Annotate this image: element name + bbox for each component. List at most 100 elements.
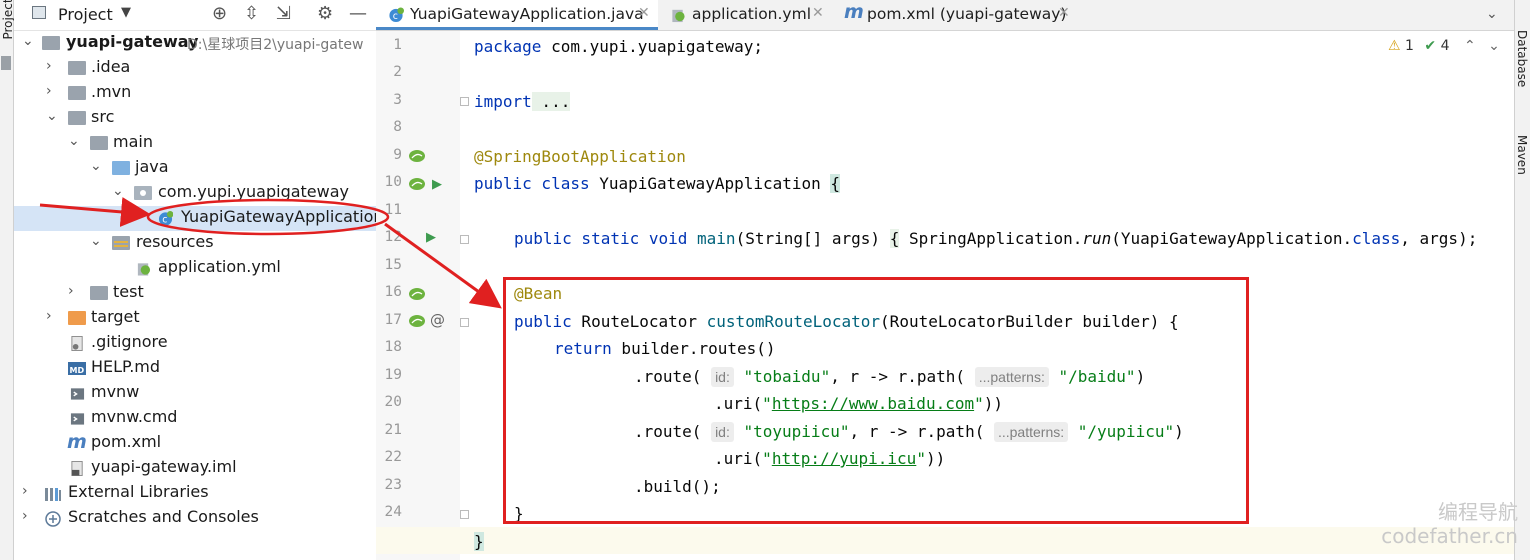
tree-item-mvnw[interactable]: mvnw (14, 381, 376, 406)
chevron-right-icon[interactable]: › (46, 58, 58, 74)
tree-item-resources[interactable]: ⌄ resources (14, 231, 376, 256)
chevron-down-icon[interactable]: ▼ (121, 5, 131, 20)
chevron-up-icon[interactable]: ⌃ (1464, 38, 1476, 54)
svg-text:c: c (162, 215, 167, 226)
tree-item-label: YuapiGatewayApplication (181, 207, 384, 226)
tree-item-src[interactable]: ⌄ src (14, 106, 376, 131)
run-icon[interactable]: ▶ (426, 230, 436, 245)
tree-item-application-yml[interactable]: application.yml (14, 256, 376, 281)
crosshair-icon[interactable]: ⊕ (212, 3, 227, 24)
minimize-icon[interactable]: — (349, 3, 367, 24)
editor-gutter: 1 2 3 8 9 10 11 12 15 16 17 18 19 20 21 … (376, 31, 469, 560)
tree-item-idea[interactable]: › .idea (14, 56, 376, 81)
project-title[interactable]: Project (58, 5, 113, 24)
close-icon[interactable]: ✕ (638, 5, 650, 21)
tab-label: pom.xml (yuapi-gateway) (867, 5, 1067, 23)
folder-icon (68, 86, 86, 100)
close-icon[interactable]: ✕ (1058, 5, 1070, 21)
chevron-down-icon[interactable]: ⌄ (1488, 38, 1500, 54)
spring-class-icon: c (158, 211, 173, 226)
expand-all-icon[interactable]: ⇳ (244, 3, 259, 24)
tree-item-mvn[interactable]: › .mvn (14, 81, 376, 106)
tree-item-label: src (91, 107, 115, 126)
tab-label: application.yml (692, 5, 812, 23)
tree-item-test[interactable]: › test (14, 281, 376, 306)
tab-yuapigatewayapplication-java[interactable]: c YuapiGatewayApplication.java ✕ (376, 0, 658, 30)
chevron-down-icon[interactable]: ⌄ (68, 133, 80, 149)
chevron-down-icon[interactable]: ⌄ (90, 158, 102, 174)
tree-item-scratches[interactable]: › Scratches and Consoles (14, 506, 376, 531)
chevron-right-icon[interactable]: › (46, 308, 58, 324)
tree-item-help-md[interactable]: MD HELP.md (14, 356, 376, 381)
structure-icon[interactable] (1, 56, 11, 70)
scratches-icon (45, 511, 61, 527)
chevron-down-icon[interactable]: ⌄ (22, 33, 34, 49)
tree-item-external-libraries[interactable]: › External Libraries (14, 481, 376, 506)
gear-icon[interactable]: ⚙ (317, 3, 333, 24)
code-token: , args); (1400, 229, 1478, 248)
inspection-widget[interactable]: ⚠ 1 ✔ 4 ⌃ ⌄ (1388, 38, 1500, 54)
tree-item-target[interactable]: › target (14, 306, 376, 331)
line-number: 20 (384, 394, 402, 410)
tree-item-pom-xml[interactable]: m pom.xml (14, 431, 376, 456)
line-number: 17 (384, 312, 402, 328)
yml-icon (672, 9, 685, 23)
code-token: public static void (514, 229, 688, 248)
package-icon (134, 186, 152, 200)
tree-item-iml[interactable]: yuapi-gateway.iml (14, 456, 376, 481)
spring-bean-icon[interactable] (408, 313, 426, 329)
chevron-right-icon[interactable]: › (68, 283, 80, 299)
libraries-icon (45, 488, 61, 501)
svg-text:MD: MD (70, 366, 85, 375)
chevron-down-icon[interactable]: ⌄ (112, 183, 124, 199)
line-number: 10 (384, 174, 402, 190)
run-icon[interactable]: ▶ (432, 177, 442, 192)
at-sign-icon[interactable]: @ (430, 311, 445, 329)
collapse-all-icon[interactable]: ⇲ (276, 3, 291, 24)
code-line-3: import ... (474, 88, 571, 115)
code-token: (String[] args) (735, 229, 890, 248)
tree-item-mvnw-cmd[interactable]: mvnw.cmd (14, 406, 376, 431)
code-token: public class (474, 174, 590, 193)
code-token: main (687, 229, 736, 248)
spring-bean-icon[interactable] (408, 176, 426, 192)
tree-item-package[interactable]: ⌄ com.yupi.yuapigateway (14, 181, 376, 206)
spring-bean-icon[interactable] (408, 148, 426, 164)
line-number: 11 (384, 202, 402, 218)
tab-pom-xml[interactable]: m pom.xml (yuapi-gateway) ✕ (836, 0, 1086, 30)
chevron-right-icon[interactable]: › (22, 508, 34, 524)
code-token: class (1352, 229, 1401, 248)
chevron-down-icon[interactable]: ⌄ (90, 233, 102, 249)
left-tool-strip: Project (0, 0, 15, 560)
code-token: @SpringBootApplication (474, 147, 686, 166)
terminal-file-icon (70, 413, 85, 425)
chevron-right-icon[interactable]: › (22, 483, 34, 499)
tree-item-yuapigatewayapplication[interactable]: c YuapiGatewayApplication (14, 206, 384, 231)
tree-item-label: pom.xml (91, 432, 162, 451)
folder-icon (68, 61, 86, 75)
tree-item-label: java (135, 157, 169, 176)
excluded-folder-icon (68, 311, 86, 325)
close-icon[interactable]: ✕ (812, 5, 824, 21)
tree-item-java[interactable]: ⌄ java (14, 156, 376, 181)
tree-item-yuapi-gateway[interactable]: ⌄ yuapi-gateway D:\星球项目2\yuapi-gatew (14, 31, 376, 56)
code-token: (YuapiGatewayApplication. (1111, 229, 1353, 248)
watermark-line1: 编程导航 (1438, 500, 1518, 524)
chevron-down-icon[interactable]: ⌄ (46, 108, 58, 124)
tab-list-chevron-icon[interactable]: ⌄ (1486, 6, 1498, 22)
spring-bean-icon[interactable] (408, 286, 426, 302)
maven-tool-label[interactable]: Maven (1515, 135, 1529, 175)
tree-item-main[interactable]: ⌄ main (14, 131, 376, 156)
watermark-line2: codefather.cn (1381, 524, 1518, 548)
line-number: 3 (393, 92, 402, 108)
tree-item-gitignore[interactable]: .gitignore (14, 331, 376, 356)
folder-icon (90, 286, 108, 300)
chevron-right-icon[interactable]: › (46, 83, 58, 99)
tab-application-yml[interactable]: application.yml ✕ (660, 0, 832, 30)
tree-item-label: application.yml (158, 257, 281, 276)
folder-icon (90, 136, 108, 150)
iml-file-icon (71, 461, 83, 476)
project-tool-window-label[interactable]: Project (1, 0, 15, 49)
gitignore-icon (71, 336, 83, 351)
database-tool-label[interactable]: Database (1515, 30, 1529, 87)
